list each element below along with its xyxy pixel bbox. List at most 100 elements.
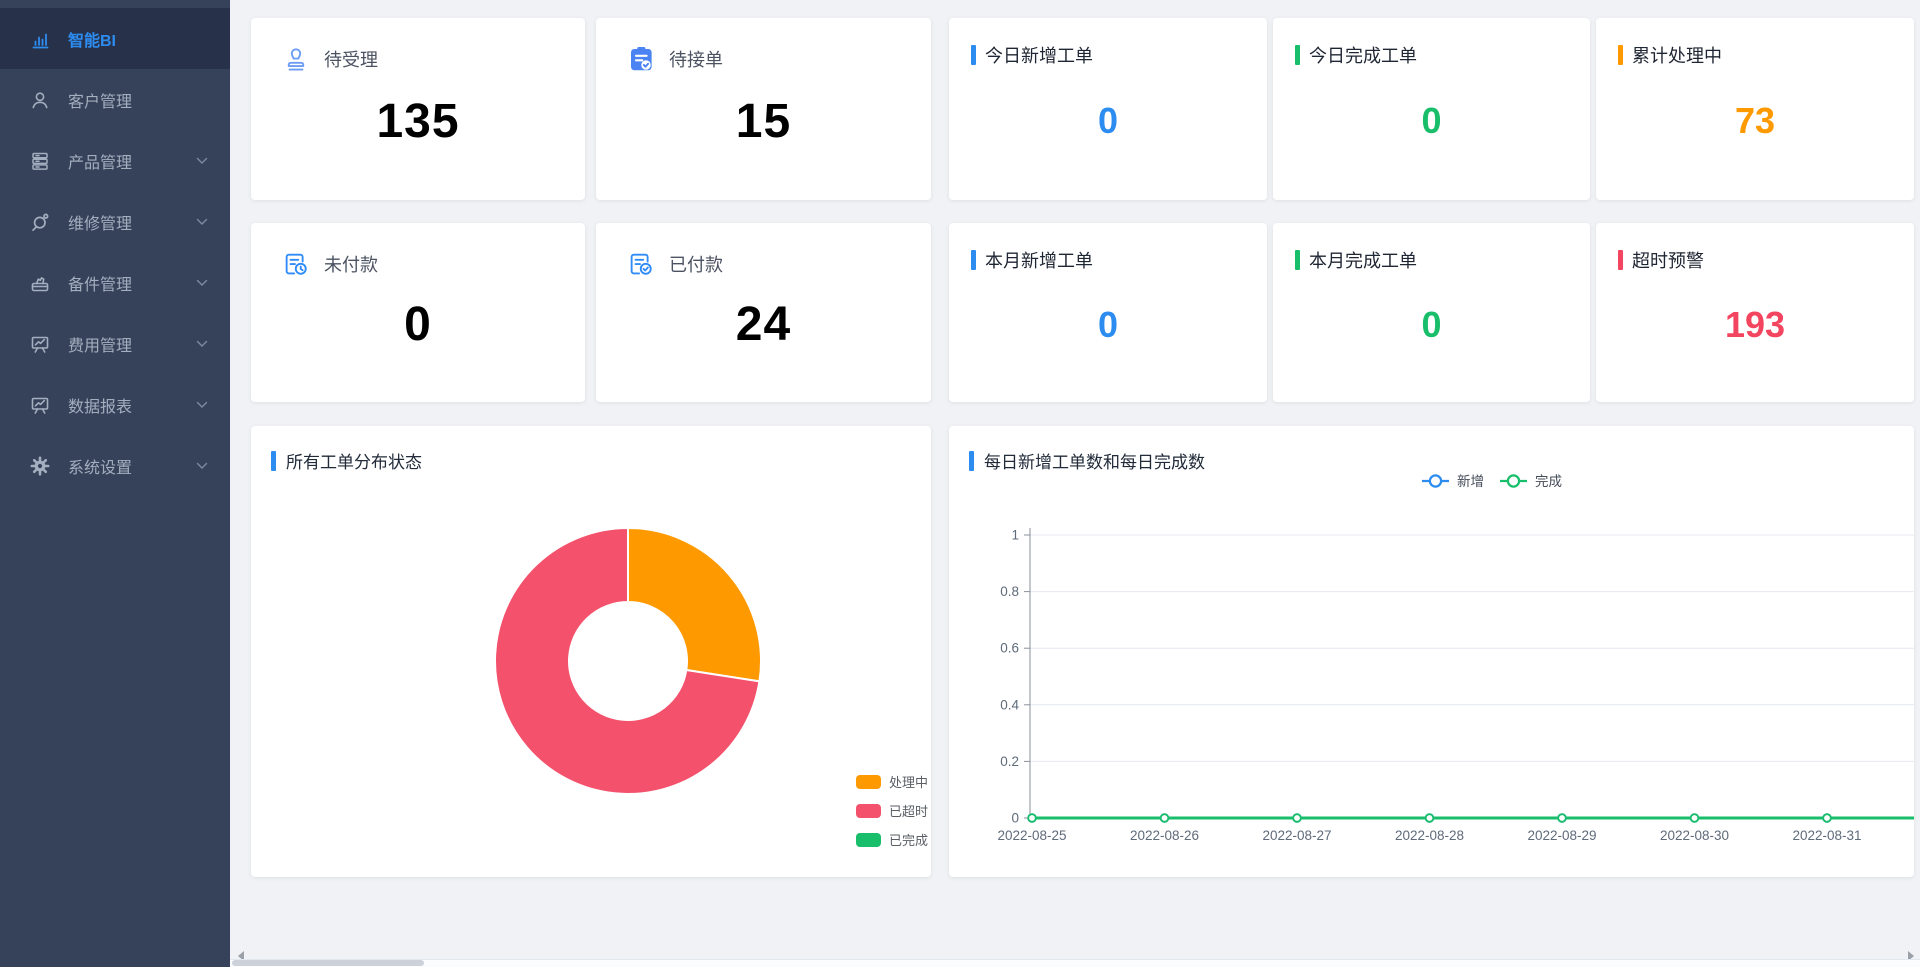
data-point-完成[interactable] — [1691, 814, 1699, 822]
stat-card-value: 0 — [1295, 68, 1568, 184]
stat-card-label: 今日完成工单 — [1309, 42, 1417, 68]
sidebar-item-label: 系统设置 — [68, 454, 132, 478]
stat-card-header: 已付款 — [626, 249, 901, 279]
stat-card-month-done: 本月完成工单 0 — [1273, 223, 1590, 402]
donut-chart — [493, 526, 763, 796]
data-point-完成[interactable] — [1161, 814, 1169, 822]
scrollbar-track[interactable] — [230, 959, 1920, 967]
stat-card-header: 今日完成工单 — [1295, 42, 1568, 68]
stat-card-value: 0 — [971, 68, 1245, 184]
y-tick-label: 0.4 — [1000, 697, 1019, 712]
stat-card-value: 0 — [1295, 273, 1568, 386]
stat-card-pending-receive: 待接单 15 — [596, 18, 931, 200]
stat-accent-bar — [1618, 45, 1623, 65]
sidebar-item-spares[interactable]: 备件管理 — [0, 252, 230, 313]
legend-label: 已完成 — [889, 830, 928, 849]
stat-card-value: 193 — [1618, 273, 1892, 386]
line-legend-item[interactable]: 新增 — [1422, 474, 1484, 489]
sidebar-item-label: 数据报表 — [68, 393, 132, 417]
x-tick-label: 2022-08-28 — [1395, 828, 1464, 843]
stat-card-month-new: 本月新增工单 0 — [949, 223, 1267, 402]
chart-board-icon — [27, 392, 53, 418]
pie-legend-item[interactable]: 处理中 — [856, 772, 928, 791]
chevron-down-icon — [196, 157, 208, 165]
chevron-down-icon — [196, 401, 208, 409]
stat-card-label: 今日新增工单 — [985, 42, 1093, 68]
user-icon — [27, 87, 53, 113]
sidebar-item-bi[interactable]: 智能BI — [0, 8, 230, 69]
stat-card-header: 待接单 — [626, 44, 901, 74]
x-tick-label: 2022-08-27 — [1262, 828, 1331, 843]
data-point-完成[interactable] — [1028, 814, 1036, 822]
sidebar-item-label: 备件管理 — [68, 271, 132, 295]
legend-label: 完成 — [1535, 474, 1562, 489]
data-point-完成[interactable] — [1823, 814, 1831, 822]
stat-card-label: 已付款 — [669, 251, 723, 277]
stat-card-overtime-warning: 超时预警 193 — [1596, 223, 1914, 402]
stat-accent-bar — [971, 250, 976, 270]
sidebar-item-customers[interactable]: 客户管理 — [0, 69, 230, 130]
legend-label: 已超时 — [889, 801, 928, 820]
repair-inspect-icon — [27, 209, 53, 235]
y-tick-label: 0.6 — [1000, 641, 1019, 656]
stat-card-today-new: 今日新增工单 0 — [949, 18, 1267, 200]
sidebar-item-label: 客户管理 — [68, 88, 132, 112]
stat-card-label: 未付款 — [324, 251, 378, 277]
x-tick-label: 2022-08-29 — [1527, 828, 1596, 843]
stat-accent-bar — [1618, 250, 1623, 270]
stat-accent-bar — [971, 45, 976, 65]
invoice-clock-icon — [281, 249, 311, 279]
stat-card-header: 超时预警 — [1618, 247, 1892, 273]
line-legend-item[interactable]: 完成 — [1500, 474, 1562, 489]
chevron-down-icon — [196, 218, 208, 226]
stat-card-unpaid: 未付款 0 — [251, 223, 585, 402]
stat-card-label: 累计处理中 — [1632, 42, 1722, 68]
pie-chart-title-label: 所有工单分布状态 — [286, 448, 422, 473]
stat-card-value: 24 — [626, 279, 901, 384]
x-tick-label: 2022-08-25 — [997, 828, 1066, 843]
sidebar: 智能BI 客户管理产品管理维修管理备件管理费用管理数据报表系统设置 — [0, 0, 230, 967]
stat-card-header: 未付款 — [281, 249, 555, 279]
pie-legend-item[interactable]: 已超时 — [856, 801, 928, 820]
sidebar-item-products[interactable]: 产品管理 — [0, 130, 230, 191]
stat-card-value: 15 — [626, 74, 901, 182]
stat-accent-bar — [1295, 250, 1300, 270]
stat-card-label: 超时预警 — [1632, 247, 1704, 273]
pie-legend-item[interactable]: 已完成 — [856, 830, 928, 849]
sidebar-item-label: 费用管理 — [68, 332, 132, 356]
sidebar-item-reports[interactable]: 数据报表 — [0, 374, 230, 435]
chevron-down-icon — [196, 462, 208, 470]
pie-slice-处理中[interactable] — [628, 528, 761, 681]
sidebar-menu: 智能BI 客户管理产品管理维修管理备件管理费用管理数据报表系统设置 — [0, 0, 230, 496]
scrollbar-thumb[interactable] — [232, 960, 424, 966]
x-tick-label: 2022-08-26 — [1130, 828, 1199, 843]
stat-card-value: 73 — [1618, 68, 1892, 184]
stat-card-total-processing: 累计处理中 73 — [1596, 18, 1914, 200]
server-stack-icon — [27, 148, 53, 174]
stat-card-header: 待受理 — [281, 44, 555, 74]
sidebar-item-settings[interactable]: 系统设置 — [0, 435, 230, 496]
y-tick-label: 0.8 — [1000, 584, 1019, 599]
data-point-完成[interactable] — [1426, 814, 1434, 822]
pie-chart-title: 所有工单分布状态 — [271, 448, 422, 473]
x-tick-label: 2022-08-30 — [1660, 828, 1729, 843]
title-accent-bar — [271, 451, 276, 471]
y-tick-label: 1 — [1011, 528, 1019, 543]
stat-card-label: 本月完成工单 — [1309, 247, 1417, 273]
data-point-完成[interactable] — [1293, 814, 1301, 822]
line-chart-card: 每日新增工单数和每日完成数 00.20.40.60.812022-08-2520… — [949, 426, 1914, 877]
clipboard-accept-icon — [626, 44, 656, 74]
x-tick-label: 2022-08-31 — [1792, 828, 1861, 843]
chevron-down-icon — [196, 340, 208, 348]
legend-label: 处理中 — [889, 772, 928, 791]
chart-board-icon — [27, 331, 53, 357]
sidebar-item-repairs[interactable]: 维修管理 — [0, 191, 230, 252]
bar-chart-icon — [27, 26, 53, 52]
sidebar-item-label: 维修管理 — [68, 210, 132, 234]
main-content: 待受理 135 待接单 15 今日新增工单 0 今日完成工单 0 累计处理中 7… — [230, 0, 1920, 967]
data-point-完成[interactable] — [1558, 814, 1566, 822]
sidebar-item-expenses[interactable]: 费用管理 — [0, 313, 230, 374]
sidebar-item-label: 产品管理 — [68, 149, 132, 173]
stat-card-header: 今日新增工单 — [971, 42, 1245, 68]
chevron-down-icon — [196, 279, 208, 287]
